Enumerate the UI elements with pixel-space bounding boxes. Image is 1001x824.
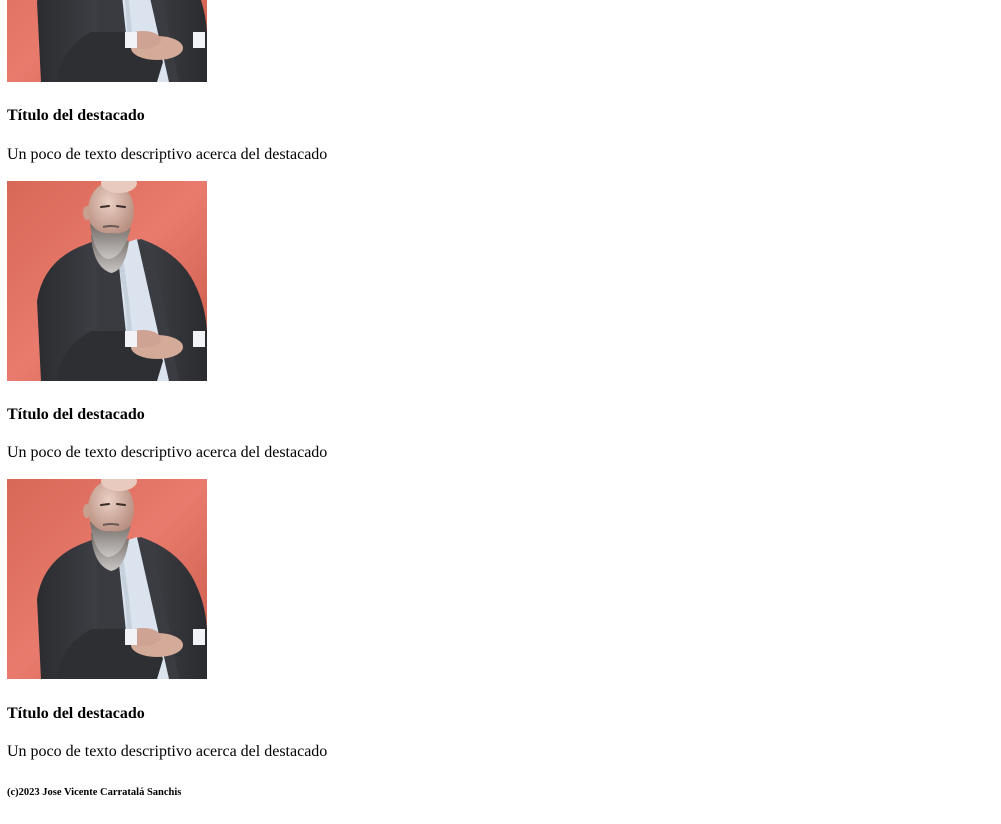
feature-title-1: Título del destacado — [7, 107, 145, 124]
portrait-image — [7, 181, 207, 381]
feature-text-2: Un poco de texto descriptivo acerca del … — [7, 444, 328, 461]
feature-text-1: Un poco de texto descriptivo acerca del … — [7, 146, 328, 163]
feature-text-3: Un poco de texto descriptivo acerca del … — [7, 743, 328, 760]
feature-image-3 — [7, 479, 207, 679]
feature-title-2: Título del destacado — [7, 406, 145, 423]
feature-image-2 — [7, 181, 207, 381]
feature-image-1 — [7, 0, 207, 82]
footer-copyright: (c)2023 Jose Vicente Carratalá Sanchis — [7, 787, 182, 798]
feature-title-3: Título del destacado — [7, 705, 145, 722]
portrait-image — [7, 0, 207, 82]
portrait-image — [7, 479, 207, 679]
